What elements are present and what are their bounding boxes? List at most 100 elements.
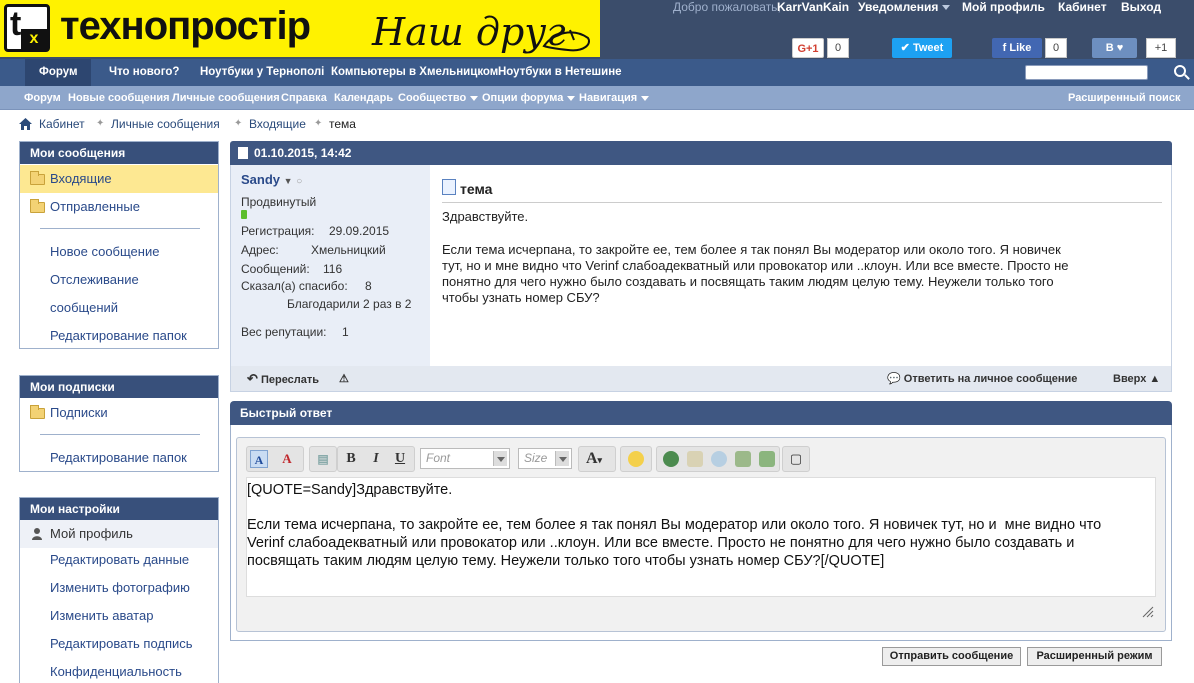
italic-icon[interactable]: I xyxy=(367,450,385,468)
folder-subscriptions[interactable]: Подписки xyxy=(20,399,218,427)
subnav-new-posts[interactable]: Новые сообщения xyxy=(68,86,170,110)
quote-icon[interactable]: ▢ xyxy=(787,450,805,468)
reputation-value: 1 xyxy=(342,325,349,339)
subnav-calendar[interactable]: Календарь xyxy=(334,86,393,110)
reply-pm-button[interactable]: 💬 Ответить на личное сообщение xyxy=(887,366,1077,392)
heart-icon: ♥ xyxy=(1116,42,1124,54)
subnav-community[interactable]: Сообщество xyxy=(398,86,479,110)
breadcrumb-separator-icon: ✦ xyxy=(314,118,323,129)
smiley-icon[interactable] xyxy=(628,451,644,467)
document-icon xyxy=(442,179,456,195)
vk-button[interactable]: B ♥ xyxy=(1092,38,1137,58)
subnav-forum[interactable]: Форум xyxy=(24,86,61,110)
logout-link[interactable]: Выход xyxy=(1121,0,1161,14)
my-subscriptions-panel: Мои подписки Подписки Редактирование пап… xyxy=(19,375,219,472)
tab-whats-new[interactable]: Что нового? xyxy=(109,59,179,86)
insert-link-icon[interactable] xyxy=(663,451,679,467)
text-color-icon[interactable]: A▾ xyxy=(585,450,603,468)
breadcrumb-private-messages[interactable]: Личные сообщения xyxy=(111,117,220,131)
size-select-label: Size xyxy=(524,451,548,465)
edit-details-link[interactable]: Редактировать данные xyxy=(20,546,218,574)
insert-video-icon[interactable] xyxy=(759,451,775,467)
size-select[interactable]: Size xyxy=(518,448,572,469)
bold-icon[interactable]: B xyxy=(342,450,360,468)
edit-signature-link[interactable]: Редактировать подпись xyxy=(20,630,218,658)
mouse-drawing-icon xyxy=(542,29,590,52)
insert-image-icon[interactable] xyxy=(711,451,727,467)
search-input[interactable] xyxy=(1025,65,1148,80)
offline-status-icon: ○ xyxy=(296,176,303,187)
underline-icon[interactable]: U xyxy=(391,450,409,468)
font-select[interactable]: Font xyxy=(420,448,510,469)
resize-handle-icon[interactable] xyxy=(1142,606,1154,618)
tab-computers-khmelnytsky[interactable]: Компьютеры в Хмельницком xyxy=(331,59,498,86)
divider xyxy=(40,228,200,229)
my-profile-link[interactable]: Мой профиль xyxy=(962,0,1045,14)
subnav-navigation[interactable]: Навигация xyxy=(579,86,650,110)
edit-folders-link[interactable]: Редактирование папок xyxy=(20,322,218,350)
change-avatar-link[interactable]: Изменить аватар xyxy=(20,602,218,630)
insert-email-icon[interactable] xyxy=(687,451,703,467)
reputation-bar xyxy=(241,210,247,219)
breadcrumb-inbox[interactable]: Входящие xyxy=(249,117,306,131)
my-messages-title: Мои сообщения xyxy=(20,142,218,164)
chevron-down-icon xyxy=(942,5,951,11)
quick-reply-textarea[interactable]: [QUOTE=Sandy]Здравствуйте. Если тема исче… xyxy=(246,477,1156,597)
change-photo-link[interactable]: Изменить фотографию xyxy=(20,574,218,602)
username-link[interactable]: KarrVanKain xyxy=(777,0,849,14)
subnav-forum-options[interactable]: Опции форума xyxy=(482,86,576,110)
chevron-down-icon xyxy=(641,95,650,101)
caret-down-icon[interactable]: ▼ xyxy=(284,176,293,186)
speech-bubble-icon: 💬 xyxy=(887,373,901,385)
site-logo-banner[interactable]: t x технопростір Наш друг xyxy=(0,0,600,57)
my-profile-item[interactable]: Мой профиль xyxy=(20,520,218,548)
gplus-button[interactable]: G+1 xyxy=(792,38,824,58)
message-body-line: тут, но и мне видно что Verinf слабоадек… xyxy=(442,258,1069,273)
textarea-line: Если тема исчерпана, то закройте ее, тем… xyxy=(247,517,1102,533)
forward-button[interactable]: ↶ Переслать xyxy=(247,366,319,392)
tweet-label: Tweet xyxy=(912,42,944,54)
my-subscriptions-title: Мои подписки xyxy=(20,376,218,398)
message-content: тема Здравствуйте. Если тема исчерпана, … xyxy=(430,165,1172,366)
privacy-link[interactable]: Конфиденциальность xyxy=(20,658,218,683)
textarea-line: [QUOTE=Sandy]Здравствуйте. xyxy=(247,482,453,498)
search-icon[interactable] xyxy=(1174,65,1186,77)
send-message-button[interactable]: Отправить сообщение xyxy=(882,647,1021,666)
folder-sent[interactable]: Отправленные xyxy=(20,193,218,221)
subnav-navigation-label: Навигация xyxy=(579,92,638,104)
message-author[interactable]: Sandy ▼ ○ xyxy=(241,172,302,187)
my-messages-panel: Мои сообщения Входящие Отправленные Ново… xyxy=(19,141,219,349)
tab-forum[interactable]: Форум xyxy=(25,59,92,86)
tracking-link-line2[interactable]: сообщений xyxy=(20,294,218,322)
message-date: 01.10.2015, 14:42 xyxy=(254,146,352,160)
message-user-info: Sandy ▼ ○ Продвинутый Регистрация: 29.09… xyxy=(230,165,430,366)
advanced-search-link[interactable]: Расширенный поиск xyxy=(1068,86,1180,110)
fb-count: 0 xyxy=(1045,38,1067,58)
fb-like-button[interactable]: f Like xyxy=(992,38,1042,58)
textarea-line: посвящать таким людям целую тему. Неужел… xyxy=(247,553,885,569)
folder-inbox[interactable]: Входящие xyxy=(20,165,218,193)
paste-icon[interactable]: ▤ xyxy=(314,450,332,468)
back-to-top-link[interactable]: Вверх ▲ xyxy=(1113,366,1160,392)
breadcrumb-cabinet[interactable]: Кабинет xyxy=(39,117,85,131)
cabinet-link[interactable]: Кабинет xyxy=(1058,0,1107,14)
tab-laptops-netishyn[interactable]: Ноутбуки в Нетешине xyxy=(498,59,622,86)
home-icon[interactable] xyxy=(19,118,32,130)
tab-laptops-ternopil[interactable]: Ноутбуки у Тернополі xyxy=(200,59,324,86)
notifications-link[interactable]: Уведомления xyxy=(858,0,951,14)
subnav-help[interactable]: Справка xyxy=(281,86,327,110)
reply-pm-label: Ответить на личное сообщение xyxy=(903,373,1078,385)
subnav-private-messages[interactable]: Личные сообщения xyxy=(172,86,280,110)
insert-picture-icon[interactable] xyxy=(735,451,751,467)
remove-format-icon[interactable]: A xyxy=(278,450,296,468)
tweet-button[interactable]: ✔ Tweet xyxy=(892,38,952,58)
tracking-link[interactable]: Отслеживание xyxy=(20,266,218,294)
advanced-mode-button[interactable]: Расширенный режим xyxy=(1027,647,1162,666)
new-message-link[interactable]: Новое сообщение xyxy=(20,238,218,266)
edit-subscription-folders-link[interactable]: Редактирование папок xyxy=(20,444,218,472)
switch-mode-icon[interactable]: A xyxy=(250,450,268,468)
font-select-label: Font xyxy=(426,451,451,465)
report-warning-icon[interactable]: ⚠ xyxy=(339,366,349,392)
logo-mark-t: t xyxy=(10,5,22,43)
message-body-line: чтобы узнать номер СБУ? xyxy=(442,290,600,305)
